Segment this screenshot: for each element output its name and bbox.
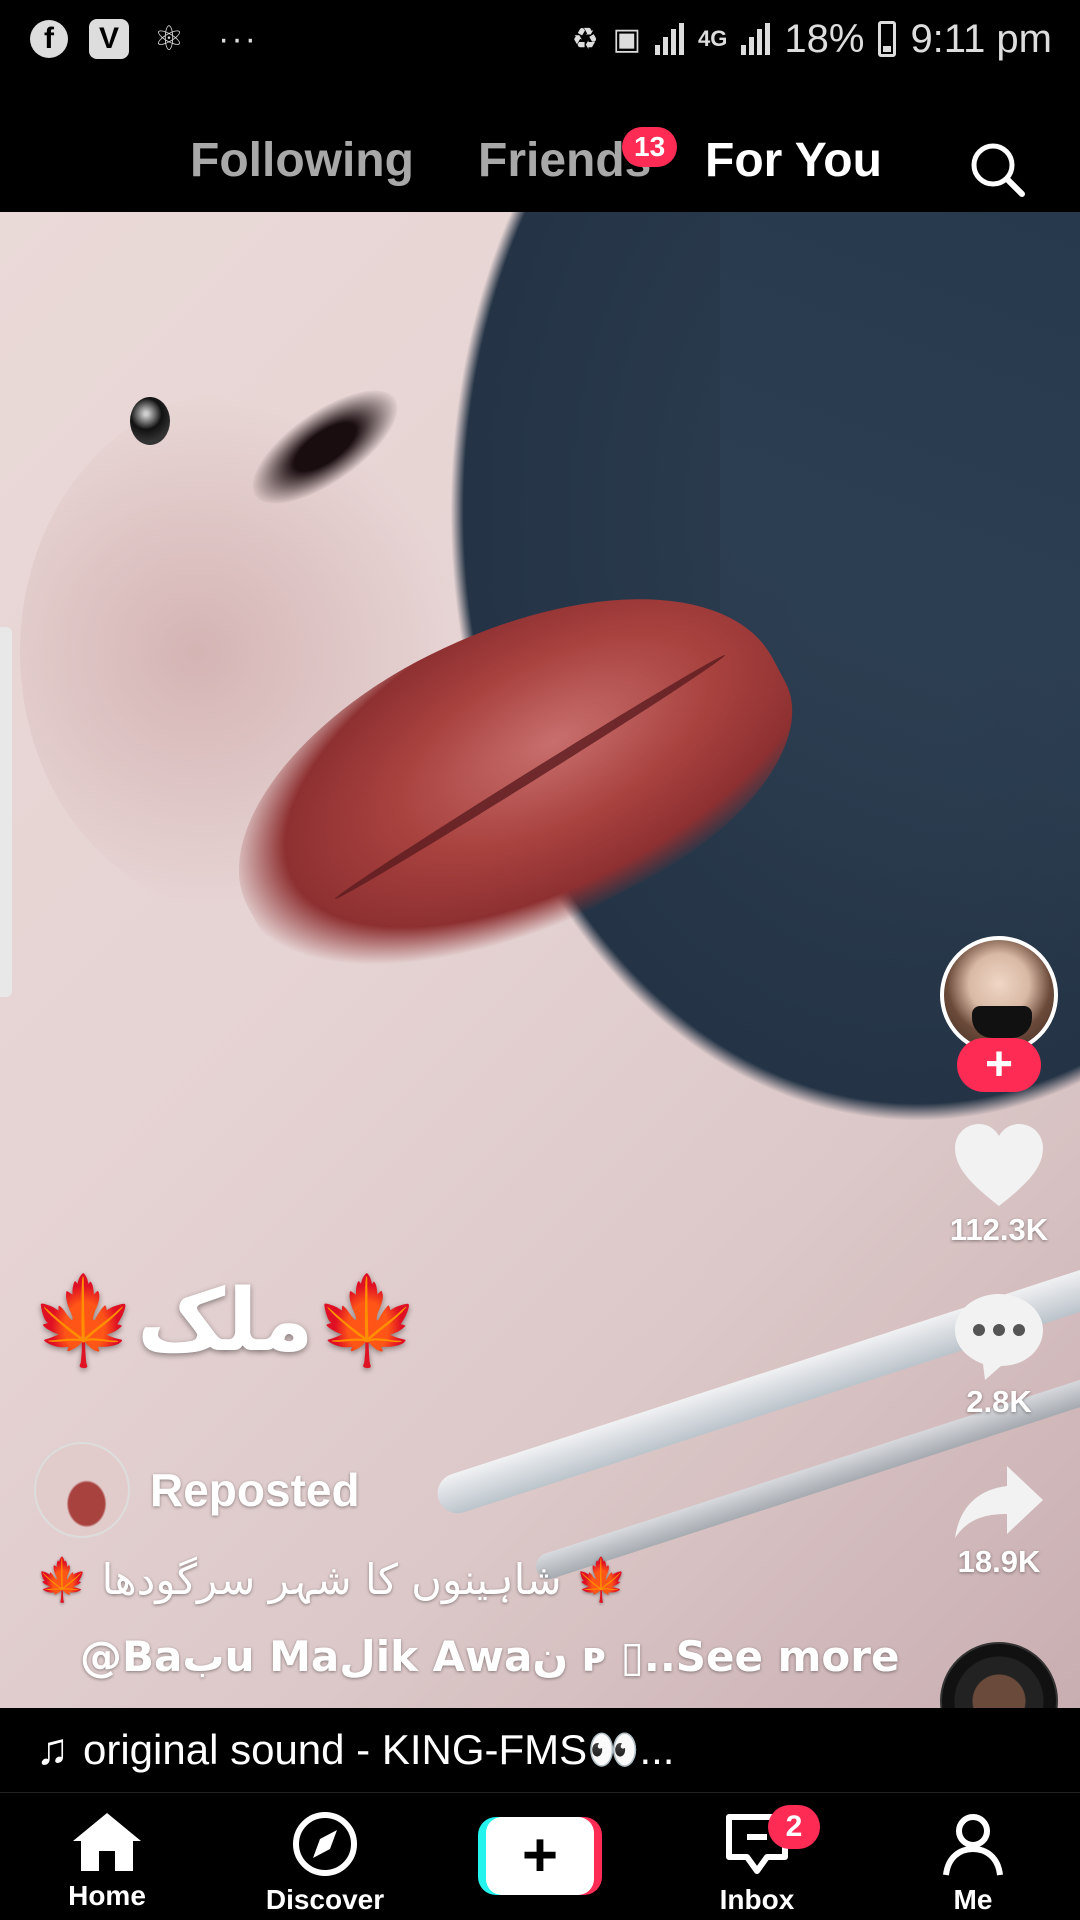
comment-button[interactable]: 2.8K xyxy=(940,1290,1058,1420)
sound-bar[interactable]: ♫ original sound - KING-FMS👀... xyxy=(0,1708,1080,1792)
video-overlay-text: 🍁ملک🍁 xyxy=(30,1271,421,1371)
facebook-icon: f xyxy=(28,18,70,60)
nav-home-label: Home xyxy=(68,1880,146,1911)
mention-text[interactable]: @Baبu Maلik Awaن ᴘ ▯.. xyxy=(80,1632,676,1681)
top-nav: Following Friends 13 For You xyxy=(0,78,1080,212)
repost-label: Reposted xyxy=(150,1464,360,1516)
sound-title[interactable]: original sound - KING-FMS👀... xyxy=(83,1726,674,1775)
nav-inbox-label: Inbox xyxy=(719,1884,795,1915)
network-type: 4G xyxy=(698,26,728,51)
caption-mention[interactable]: @Baبu Maلik Awaن ᴘ ▯..See more xyxy=(80,1632,899,1681)
creator-avatar-group: + xyxy=(940,936,1058,1092)
create-plus-icon: + xyxy=(486,1817,594,1895)
tab-for-you[interactable]: For You xyxy=(705,133,882,188)
nav-discover-label: Discover xyxy=(265,1884,385,1915)
creator-avatar[interactable] xyxy=(940,936,1058,1054)
battery-percent: 18% xyxy=(784,16,865,61)
nose-stud xyxy=(130,397,170,445)
comment-bubble-icon xyxy=(955,1294,1043,1380)
search-icon[interactable] xyxy=(966,138,1030,202)
profile-icon xyxy=(943,1814,1003,1876)
like-count: 112.3K xyxy=(949,1212,1049,1247)
edge-panel-handle[interactable] xyxy=(0,627,12,997)
heart-icon xyxy=(955,1124,1043,1206)
friends-badge: 13 xyxy=(622,127,678,167)
video-caption: 🍁 شاہینوں کا شہر سرگودھا 🍁 xyxy=(36,1555,628,1604)
nav-discover[interactable]: Discover xyxy=(240,1811,410,1916)
share-arrow-icon xyxy=(955,1466,1043,1538)
like-button[interactable]: 112.3K xyxy=(940,1122,1058,1248)
battery-icon xyxy=(878,21,897,57)
compass-icon xyxy=(293,1812,357,1876)
nav-me-label: Me xyxy=(953,1884,993,1915)
comment-count: 2.8K xyxy=(966,1384,1032,1419)
atom-icon: ⚛ xyxy=(153,20,185,58)
nav-home[interactable]: Home xyxy=(22,1811,192,1912)
inbox-badge: 2 xyxy=(768,1805,820,1849)
create-button[interactable]: + xyxy=(478,1817,602,1895)
nav-me[interactable]: Me xyxy=(888,1811,1058,1916)
home-icon xyxy=(73,1813,141,1871)
see-more-link[interactable]: See more xyxy=(676,1632,900,1681)
vpn-v-icon: V xyxy=(88,18,130,60)
tab-following[interactable]: Following xyxy=(190,133,414,188)
clock: 9:11 pm xyxy=(910,16,1052,61)
music-note-icon: ♫ xyxy=(36,1725,69,1774)
share-button[interactable]: 18.9K xyxy=(940,1462,1058,1580)
follow-button[interactable]: + xyxy=(957,1038,1041,1092)
repost-avatar[interactable] xyxy=(34,1442,130,1538)
signal-icon xyxy=(655,23,685,55)
bottom-nav: Home Discover + Inbox 2 Me xyxy=(0,1792,1080,1920)
battery-saver-icon: ♻ xyxy=(571,22,599,56)
repost-row[interactable]: Reposted xyxy=(34,1442,360,1538)
status-bar: f V ⚛ ··· ♻ ▣ 4G 18% 9:11 pm xyxy=(0,0,1080,78)
more-notifications-icon: ··· xyxy=(218,19,258,58)
signal-icon-2 xyxy=(741,23,771,55)
sim-card-icon: ▣ xyxy=(612,22,642,56)
share-count: 18.9K xyxy=(957,1544,1041,1579)
